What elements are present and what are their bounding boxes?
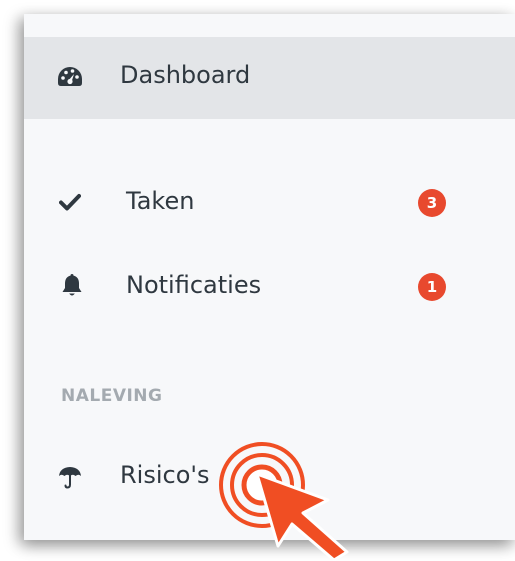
screenshot-frame: Dashboard Taken 3 Notificaties 1 NALEVIN… [0,0,515,561]
sidebar-item-risicos[interactable]: Risico's [24,454,515,500]
sidebar-item-label: Risico's [120,461,210,489]
sidebar-item-label: Taken [126,187,195,215]
sidebar-nav: Dashboard Taken 3 Notificaties 1 NALEVIN… [24,14,515,540]
sidebar-item-notificaties[interactable]: Notificaties 1 [24,264,515,310]
bell-icon [62,273,82,301]
dashboard-icon [57,66,83,92]
sidebar-item-taken[interactable]: Taken 3 [24,180,515,226]
section-header-naleving: NALEVING [61,386,163,406]
check-icon [59,193,81,215]
sidebar-item-label: Dashboard [120,61,251,89]
sidebar-item-dashboard[interactable]: Dashboard [24,37,515,119]
umbrella-icon [58,465,82,493]
count-badge: 1 [418,273,446,301]
count-badge: 3 [418,189,446,217]
sidebar-item-label: Notificaties [126,271,262,299]
